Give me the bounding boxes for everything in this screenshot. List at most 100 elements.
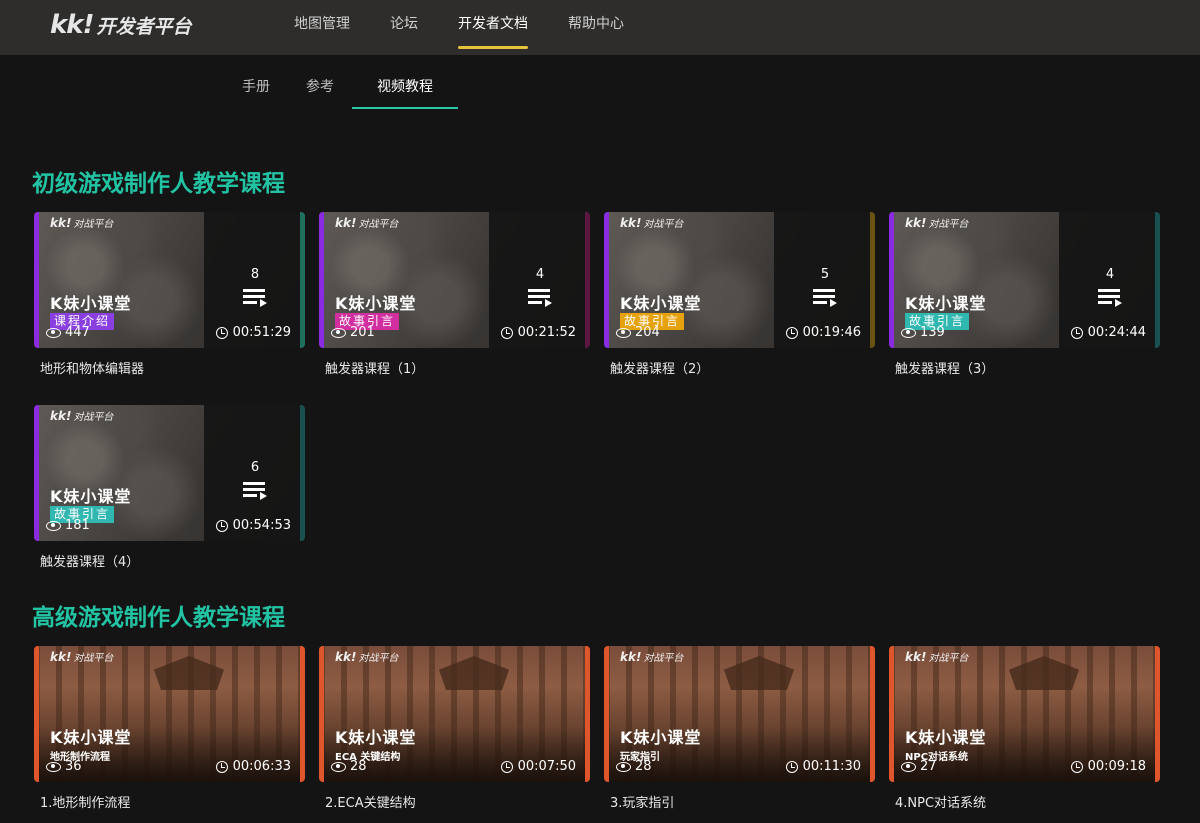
thumbnail-brand: kk! 对战平台 [335,649,398,664]
nav-item-developer-docs[interactable]: 开发者文档 [458,0,528,55]
course-title[interactable]: 1.地形制作流程 [40,792,305,811]
thumbnail-brand-text: 对战平台 [928,219,969,230]
duration-value: 00:07:50 [517,759,576,774]
view-count-value: 27 [920,759,937,774]
duration: 00:21:52 [500,325,576,340]
thumbnail-brand: kk! 对战平台 [50,408,113,423]
course-card[interactable]: kk! 对战平台 K妹小课堂 NPC对话系统 27 00:09:18 4.NPC对… [889,646,1160,811]
course-thumbnail[interactable]: kk! 对战平台 K妹小课堂 故事引言 181 6 00:54:53 [34,405,305,541]
thumbnail-accent-bar [34,646,39,782]
course-thumbnail[interactable]: kk! 对战平台 K妹小课堂 故事引言 139 4 00:24:44 [889,212,1160,348]
eye-icon [616,327,631,338]
thumbnail-accent-bar [870,646,875,782]
thumbnail-brand-mark: kk! [50,216,72,230]
course-title[interactable]: 触发器课程（4） [40,551,305,570]
course-card[interactable]: kk! 对战平台 K妹小课堂 ECA 关键结构 28 00:07:50 2.ECA… [319,646,590,811]
course-card[interactable]: kk! 对战平台 K妹小课堂 课程介绍 447 8 00:51:29 地形和物体编… [34,212,305,377]
site-logo[interactable]: kk! 开发者平台 [50,10,191,40]
course-title[interactable]: 触发器课程（3） [895,358,1160,377]
eye-icon [331,327,346,338]
thumbnail-brand-mark: kk! [335,650,357,664]
course-thumbnail[interactable]: kk! 对战平台 K妹小课堂 故事引言 201 4 00:21:52 [319,212,590,348]
clock-icon [215,326,228,339]
view-count-value: 28 [350,759,367,774]
duration: 00:54:53 [215,518,291,533]
course-thumbnail[interactable]: kk! 对战平台 K妹小课堂 地形制作流程 36 00:06:33 [34,646,305,782]
thumbnail-brand-text: 对战平台 [73,412,114,423]
thumbnail-brand: kk! 对战平台 [905,649,968,664]
view-count: 447 [46,325,90,340]
playlist-icon [243,289,269,309]
doc-subtabs: 手册 参考 视频教程 [224,68,458,109]
course-title[interactable]: 触发器课程（1） [325,358,590,377]
thumbnail-title: K妹小课堂 [335,728,417,747]
nav-item-help-center[interactable]: 帮助中心 [568,0,624,55]
course-title[interactable]: 地形和物体编辑器 [40,358,305,377]
view-count: 27 [901,759,937,774]
tab-reference[interactable]: 参考 [288,68,352,109]
view-count: 36 [46,759,82,774]
thumbnail-title: K妹小课堂 [905,294,987,313]
tab-manual[interactable]: 手册 [224,68,288,109]
thumbnail-accent-bar [300,212,305,348]
thumbnail-brand-text: 对战平台 [928,653,969,664]
course-card[interactable]: kk! 对战平台 K妹小课堂 故事引言 181 6 00:54:53 触发器课程（… [34,405,305,570]
view-count-value: 139 [920,325,945,340]
clock-icon [1070,326,1083,339]
course-title[interactable]: 2.ECA关键结构 [325,792,590,811]
thumbnail-brand-mark: kk! [905,216,927,230]
thumbnail-brand-mark: kk! [335,216,357,230]
course-card[interactable]: kk! 对战平台 K妹小课堂 故事引言 204 5 00:19:46 触发器课程（… [604,212,875,377]
thumbnail-title: K妹小课堂 [50,487,132,506]
thumbnail-brand: kk! 对战平台 [905,215,968,230]
course-card[interactable]: kk! 对战平台 K妹小课堂 地形制作流程 36 00:06:33 1.地形制作流… [34,646,305,811]
duration-value: 00:51:29 [232,325,291,340]
tab-video-tutorials[interactable]: 视频教程 [352,68,458,109]
course-card[interactable]: kk! 对战平台 K妹小课堂 玩家指引 28 00:11:30 3.玩家指引 [604,646,875,811]
thumbnail-brand-mark: kk! [50,409,72,423]
view-count: 204 [616,325,660,340]
view-count: 139 [901,325,945,340]
thumbnail-brand-text: 对战平台 [643,219,684,230]
course-thumbnail[interactable]: kk! 对战平台 K妹小课堂 ECA 关键结构 28 00:07:50 [319,646,590,782]
duration: 00:07:50 [500,759,576,774]
course-card[interactable]: kk! 对战平台 K妹小课堂 故事引言 139 4 00:24:44 触发器课程（… [889,212,1160,377]
playlist-icon [813,289,839,309]
duration-value: 00:24:44 [1087,325,1146,340]
course-title[interactable]: 4.NPC对话系统 [895,792,1160,811]
duration: 00:11:30 [785,759,861,774]
duration: 00:24:44 [1070,325,1146,340]
nav-item-map-management[interactable]: 地图管理 [294,0,350,55]
course-thumbnail[interactable]: kk! 对战平台 K妹小课堂 故事引言 204 5 00:19:46 [604,212,875,348]
thumbnail-accent-bar [889,212,894,348]
duration: 00:06:33 [215,759,291,774]
course-title[interactable]: 触发器课程（2） [610,358,875,377]
thumbnail-title: K妹小课堂 [905,728,987,747]
duration: 00:09:18 [1070,759,1146,774]
duration-value: 00:06:33 [232,759,291,774]
duration: 00:51:29 [215,325,291,340]
thumbnail-brand-mark: kk! [620,216,642,230]
duration-value: 00:54:53 [232,518,291,533]
section-title-advanced: 高级游戏制作人教学课程 [32,605,285,631]
video-count: 4 [535,267,545,282]
thumbnail-accent-bar [1155,646,1160,782]
clock-icon [1070,760,1083,773]
thumbnail-brand-text: 对战平台 [643,653,684,664]
top-navbar: kk! 开发者平台 地图管理 论坛 开发者文档 帮助中心 [0,0,1200,55]
thumbnail-brand-mark: kk! [50,650,72,664]
course-card[interactable]: kk! 对战平台 K妹小课堂 故事引言 201 4 00:21:52 触发器课程（… [319,212,590,377]
thumbnail-brand-mark: kk! [905,650,927,664]
view-count-value: 447 [65,325,90,340]
course-thumbnail[interactable]: kk! 对战平台 K妹小课堂 NPC对话系统 27 00:09:18 [889,646,1160,782]
nav-item-forum[interactable]: 论坛 [390,0,418,55]
view-count-value: 204 [635,325,660,340]
thumbnail-accent-bar [34,405,39,541]
course-thumbnail[interactable]: kk! 对战平台 K妹小课堂 玩家指引 28 00:11:30 [604,646,875,782]
playlist-icon [528,289,554,309]
thumbnail-accent-bar [300,405,305,541]
thumbnail-title: K妹小课堂 [50,294,132,313]
course-title[interactable]: 3.玩家指引 [610,792,875,811]
thumbnail-accent-bar [1155,212,1160,348]
course-thumbnail[interactable]: kk! 对战平台 K妹小课堂 课程介绍 447 8 00:51:29 [34,212,305,348]
